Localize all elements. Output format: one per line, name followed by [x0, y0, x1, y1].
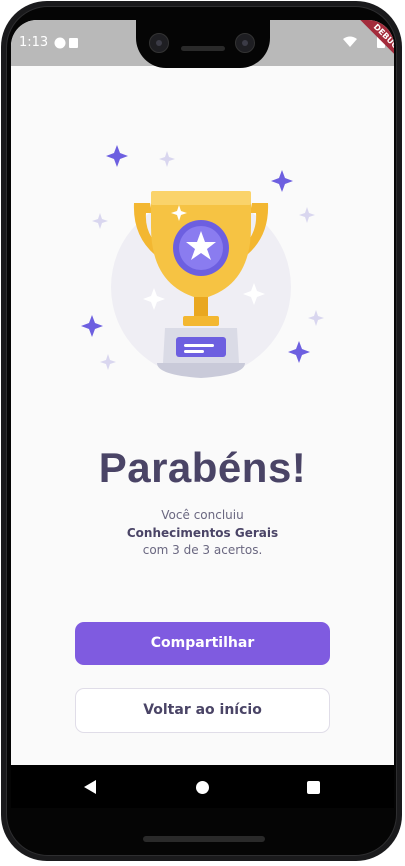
back-home-button[interactable]: Voltar ao início: [75, 688, 330, 733]
trophy-pedestal: [157, 363, 245, 378]
congrats-title: Parabéns!: [98, 444, 307, 491]
sparkle-icon: [288, 341, 310, 363]
camera-notch: [136, 20, 270, 68]
sparkle-icon: [159, 151, 175, 167]
completion-text: Você concluiu: [161, 508, 244, 522]
plaque-line: [184, 344, 214, 347]
share-button[interactable]: Compartilhar: [75, 622, 330, 665]
notification-icon: [54, 37, 78, 49]
sparkle-icon: [299, 207, 315, 223]
trophy-rim: [151, 191, 251, 205]
earpiece-speaker: [181, 46, 225, 51]
sparkle-icon: [100, 354, 116, 370]
trophy-neck: [183, 316, 219, 326]
sparkle-icon: [81, 315, 103, 337]
plaque-line: [184, 350, 204, 353]
trophy-illustration: [81, 145, 324, 378]
home-icon[interactable]: [196, 781, 209, 794]
sparkle-icon: [271, 170, 293, 192]
trophy-stem: [194, 297, 208, 317]
sparkle-icon: [106, 145, 128, 167]
front-camera-left: [149, 33, 169, 53]
quiz-topic: Conhecimentos Gerais: [126, 526, 279, 540]
phone-device: 1:13 DEBUG Parabéns! Você concluiu Conhe…: [0, 0, 405, 866]
status-time: 1:13: [19, 35, 49, 50]
score-text: com 3 de 3 acertos.: [142, 543, 263, 557]
front-camera-right: [235, 33, 255, 53]
back-icon[interactable]: [84, 780, 96, 794]
sparkle-icon: [308, 310, 324, 326]
home-indicator: [143, 836, 265, 842]
wifi-icon: [343, 36, 357, 47]
sparkle-icon: [92, 213, 108, 229]
recent-apps-icon[interactable]: [307, 781, 320, 794]
